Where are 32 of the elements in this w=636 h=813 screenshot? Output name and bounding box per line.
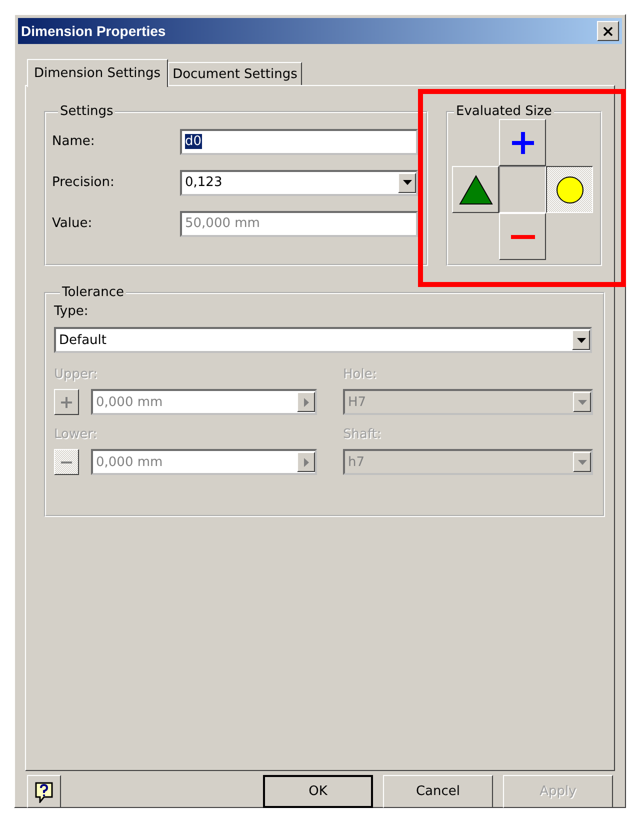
close-button[interactable]: [597, 21, 619, 41]
help-icon: [34, 780, 54, 802]
group-title: Tolerance: [61, 285, 125, 300]
center-pad: [499, 166, 546, 213]
field-label: Value:: [52, 216, 94, 231]
input-field[interactable]: d0: [180, 128, 418, 154]
dialog-button[interactable]: Cancel: [383, 775, 493, 808]
group-title: Settings: [59, 104, 114, 119]
field-label: Precision:: [52, 175, 116, 190]
plus-icon: [510, 130, 534, 154]
close-icon: [603, 26, 613, 36]
tab[interactable]: Dimension Settings: [27, 59, 168, 87]
field-label: Name:: [52, 134, 96, 149]
right-arrow-icon: [304, 398, 308, 406]
dropdown-arrow-icon: [578, 400, 586, 404]
dropdown-field[interactable]: 0,123: [180, 170, 418, 196]
dropdown-arrow-icon: [578, 460, 586, 464]
dropdown-field[interactable]: Default: [54, 327, 592, 353]
triangle-icon: [458, 174, 492, 204]
dropdown-arrow-icon: [576, 338, 586, 342]
plus-icon: [61, 396, 72, 408]
dialog-button[interactable]: OK: [263, 775, 373, 808]
evaluated-size-button[interactable]: [546, 166, 593, 213]
field-label: Type:: [54, 304, 90, 319]
group-title: Evaluated Size: [455, 104, 553, 119]
right-arrow-icon: [304, 458, 308, 466]
circle-icon: [556, 176, 584, 204]
minus-icon: [510, 234, 534, 238]
help-button[interactable]: [27, 775, 61, 808]
tab[interactable]: Document Settings: [168, 62, 302, 86]
window-title: Dimension Properties: [21, 23, 166, 39]
dropdown-arrow-icon: [402, 180, 412, 185]
